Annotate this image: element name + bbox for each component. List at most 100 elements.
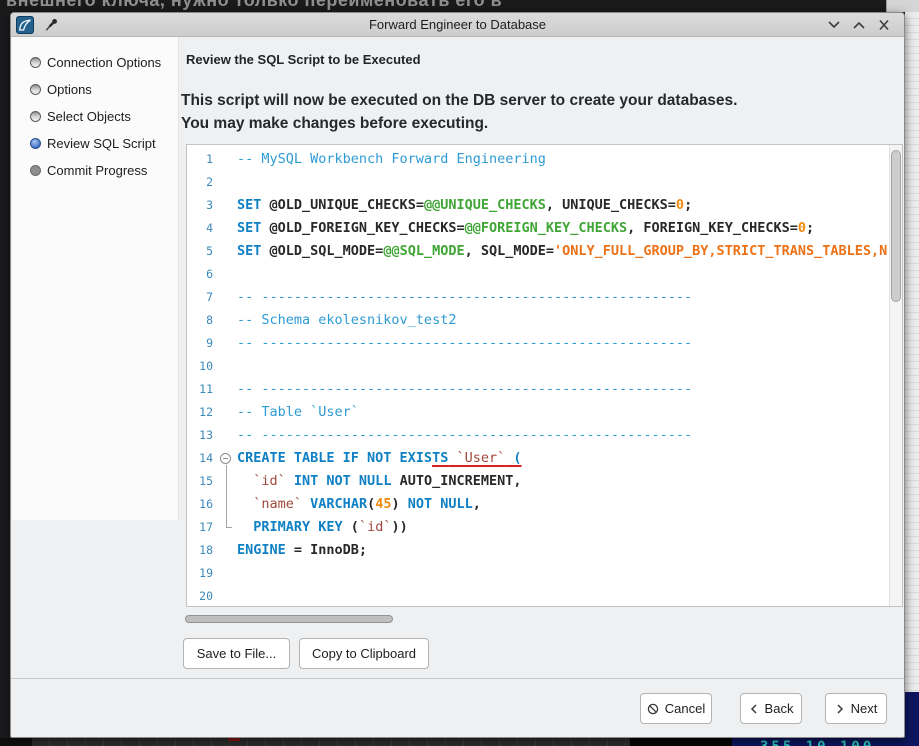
fold-column <box>217 309 237 332</box>
wizard-sidebar: Connection Options Options Select Objects R… <box>12 37 179 520</box>
code-line-5[interactable]: 5 SET @OLD_SQL_MODE=@@SQL_MODE, SQL_MODE=… <box>187 240 902 263</box>
back-label: Back <box>765 701 794 716</box>
line-number: 4 <box>187 217 217 240</box>
code-line-12[interactable]: 12-- Table `User` <box>187 401 902 424</box>
code-line-20[interactable]: 20 <box>187 585 902 607</box>
fold-column <box>217 171 237 194</box>
next-button[interactable]: Next <box>825 693 887 724</box>
code-line-10[interactable]: 10 <box>187 355 902 378</box>
vertical-scrollbar-thumb[interactable] <box>891 150 901 302</box>
page-title: Review the SQL Script to be Executed <box>186 52 421 67</box>
chevron-down-icon[interactable] <box>826 18 842 32</box>
code-text: PRIMARY KEY (`id`)) <box>237 516 408 539</box>
back-button[interactable]: Back <box>740 693 802 724</box>
wizard-steps: Connection Options Options Select Objects R… <box>12 37 178 184</box>
code-line-17[interactable]: 17 PRIMARY KEY (`id`)) <box>187 516 902 539</box>
code-text: -- -------------------------------------… <box>237 286 692 309</box>
close-icon[interactable] <box>876 18 892 32</box>
code-line-14[interactable]: 14 CREATE TABLE IF NOT EXISTS `User` ( <box>187 447 902 470</box>
code-line-9[interactable]: 9 -- ------------------------------------… <box>187 332 902 355</box>
code-line-11[interactable]: 11-- -----------------------------------… <box>187 378 902 401</box>
sidebar-step-connection-options: Connection Options <box>12 49 178 76</box>
footer-separator <box>11 678 904 679</box>
line-number: 16 <box>187 493 217 516</box>
fold-column <box>217 585 237 607</box>
step-bullet-icon <box>30 84 41 95</box>
step-label: Options <box>47 82 92 97</box>
code-line-18[interactable]: 18ENGINE = InnoDB; <box>187 539 902 562</box>
code-line-16[interactable]: 16 `name` VARCHAR(45) NOT NULL, <box>187 493 902 516</box>
code-text: `name` VARCHAR(45) NOT NULL, <box>237 493 481 516</box>
code-text: -- MySQL Workbench Forward Engineering <box>237 148 546 171</box>
code-text: -- -------------------------------------… <box>237 424 692 447</box>
step-label: Commit Progress <box>47 163 147 178</box>
code-line-2[interactable]: 2 <box>187 171 902 194</box>
code-line-13[interactable]: 13-- -----------------------------------… <box>187 424 902 447</box>
fold-column <box>217 493 237 516</box>
background-segment <box>0 738 32 746</box>
vertical-scrollbar[interactable] <box>889 145 902 606</box>
line-number: 6 <box>187 263 217 286</box>
background-scrollbar-strip <box>886 0 919 12</box>
code-line-7[interactable]: 7-- ------------------------------------… <box>187 286 902 309</box>
fold-column <box>217 355 237 378</box>
sidebar-step-review-sql-script: Review SQL Script <box>12 130 178 157</box>
code-line-1[interactable]: 1-- MySQL Workbench Forward Engineering <box>187 148 902 171</box>
step-label: Review SQL Script <box>47 136 156 151</box>
line-number: 15 <box>187 470 217 493</box>
sidebar-step-select-objects: Select Objects <box>12 103 178 130</box>
line-number: 14 <box>187 447 217 470</box>
background-segment <box>630 738 732 746</box>
chevron-right-icon <box>835 703 845 715</box>
chevron-left-icon <box>749 703 759 715</box>
screen: внешнего ключа, нужно только переименова… <box>0 0 919 746</box>
step-bullet-icon <box>30 138 41 149</box>
background-window-top: внешнего ключа, нужно только переименова… <box>0 0 886 12</box>
code-line-3[interactable]: 3SET @OLD_UNIQUE_CHECKS=@@UNIQUE_CHECKS,… <box>187 194 902 217</box>
cancel-button[interactable]: Cancel <box>640 693 712 724</box>
step-label: Select Objects <box>47 109 131 124</box>
line-number: 5 <box>187 240 217 263</box>
step-bullet-icon <box>30 165 41 176</box>
fold-column <box>217 424 237 447</box>
code-text: -- Schema ekolesnikov_test2 <box>237 309 456 332</box>
fold-column <box>217 263 237 286</box>
fold-guide-corner <box>226 527 232 528</box>
code-line-8[interactable]: 8-- Schema ekolesnikov_test2 <box>187 309 902 332</box>
line-number: 9 <box>187 332 217 355</box>
fold-column <box>217 470 237 493</box>
chevron-up-icon[interactable] <box>851 18 867 32</box>
code-text: SET @OLD_SQL_MODE=@@SQL_MODE, SQL_MODE='… <box>237 240 887 263</box>
cancel-icon <box>647 703 659 715</box>
step-bullet-icon <box>30 111 41 122</box>
code-line-4[interactable]: 4 SET @OLD_FOREIGN_KEY_CHECKS=@@FOREIGN_K… <box>187 217 902 240</box>
fold-column <box>217 378 237 401</box>
line-number: 11 <box>187 378 217 401</box>
code-line-6[interactable]: 6 <box>187 263 902 286</box>
save-to-file-button[interactable]: Save to File... <box>183 638 290 669</box>
title-bar[interactable]: Forward Engineer to Database <box>11 13 904 37</box>
step-label: Connection Options <box>47 55 161 70</box>
copy-to-clipboard-button[interactable]: Copy to Clipboard <box>299 638 429 669</box>
code-text: CREATE TABLE IF NOT EXISTS `User` ( <box>237 447 522 470</box>
background-clipped-text: внешнего ключа, нужно только переименова… <box>6 0 502 11</box>
line-number: 12 <box>187 401 217 424</box>
line-number: 10 <box>187 355 217 378</box>
sql-editor[interactable]: 1-- MySQL Workbench Forward Engineering2… <box>186 144 903 607</box>
fold-column <box>217 286 237 309</box>
fold-marker-icon[interactable] <box>217 447 237 470</box>
code-text: SET @OLD_UNIQUE_CHECKS=@@UNIQUE_CHECKS, … <box>237 194 692 217</box>
horizontal-scrollbar-thumb[interactable] <box>185 615 393 623</box>
code-text: SET @OLD_FOREIGN_KEY_CHECKS=@@FOREIGN_KE… <box>237 217 814 240</box>
line-number: 18 <box>187 539 217 562</box>
fold-column <box>217 240 237 263</box>
code-text: -- -------------------------------------… <box>237 332 692 355</box>
fold-column <box>217 332 237 355</box>
sql-editor-lines[interactable]: 1-- MySQL Workbench Forward Engineering2… <box>187 145 902 607</box>
cancel-label: Cancel <box>665 701 705 716</box>
message-line-1: This script will now be executed on the … <box>181 92 737 110</box>
code-line-15[interactable]: 15 `id` INT NOT NULL AUTO_INCREMENT, <box>187 470 902 493</box>
background-red-mark <box>228 738 240 741</box>
code-line-19[interactable]: 19 <box>187 562 902 585</box>
line-number: 20 <box>187 585 217 607</box>
